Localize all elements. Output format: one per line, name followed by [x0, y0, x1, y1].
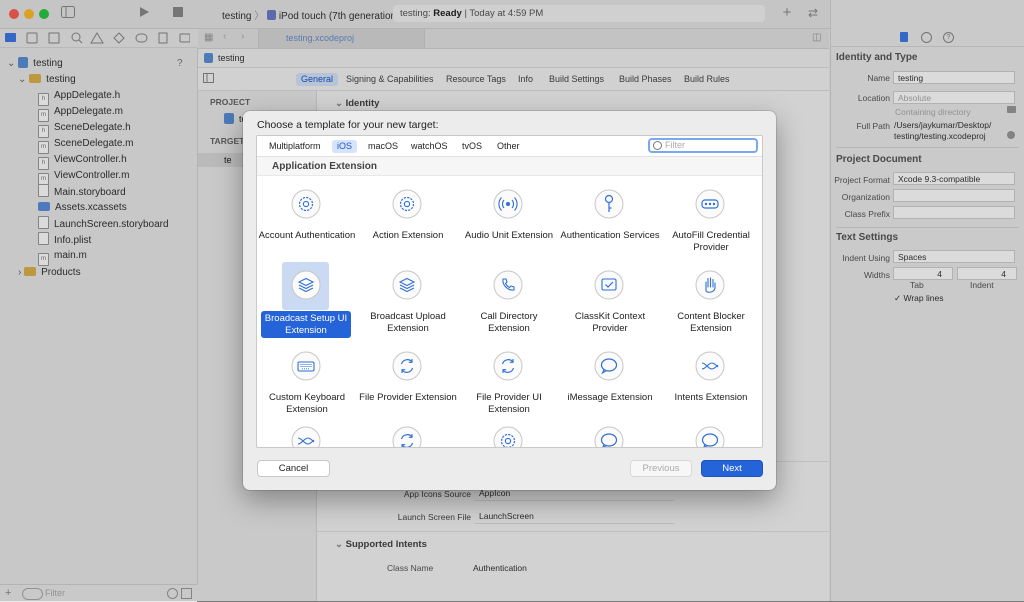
template-label: Audio Unit Extension — [464, 230, 554, 241]
hand-icon — [695, 270, 725, 300]
template-chooser: Multiplatform iOS macOS watchOS tvOS Other Fi… — [256, 135, 763, 448]
template-label: Authentication Services — [560, 230, 660, 241]
message-bubble-icon[interactable] — [594, 426, 624, 447]
sync-arrows-icon — [493, 351, 523, 381]
template-file-provider-ui-extension[interactable]: File Provider UI Extension — [459, 343, 559, 423]
audio-wave-icon — [493, 189, 523, 219]
platform-tab-ios[interactable]: iOS — [332, 140, 358, 153]
template-label: ClassKit Context Provider — [574, 311, 646, 334]
password-dots-icon — [695, 189, 725, 219]
template-autofill-credential-provider[interactable]: AutoFill Credential Provider — [661, 181, 761, 261]
template-content-blocker-extension[interactable]: Content Blocker Extension — [661, 262, 761, 342]
template-authentication-services[interactable]: Authentication Services — [560, 181, 660, 261]
template-label: AutoFill Credential Provider — [672, 230, 750, 253]
new-target-sheet: Choose a template for your new target: M… — [243, 111, 776, 490]
sync-arrows-icon — [392, 351, 422, 381]
filter-placeholder: Filter — [665, 140, 685, 150]
gear-icon — [291, 189, 321, 219]
template-imessage-extension[interactable]: iMessage Extension — [560, 343, 660, 423]
template-label: Call Directory Extension — [480, 311, 538, 334]
classkit-icon — [594, 270, 624, 300]
template-audio-unit-extension[interactable]: Audio Unit Extension — [459, 181, 559, 261]
message-bubble-icon[interactable] — [695, 426, 725, 447]
platform-tab-tvos[interactable]: tvOS — [457, 140, 487, 153]
platform-tab-watchos[interactable]: watchOS — [406, 140, 453, 153]
next-button[interactable]: Next — [701, 460, 763, 477]
phone-icon — [493, 270, 523, 300]
template-label: Broadcast Upload Extension — [370, 311, 446, 334]
platform-tab-macos[interactable]: macOS — [363, 140, 403, 153]
sheet-title: Choose a template for your new target: — [257, 119, 439, 131]
broadcast-stack-icon — [291, 270, 321, 300]
intents-icon — [695, 351, 725, 381]
filter-icon — [653, 141, 662, 150]
template-intents-extension[interactable]: Intents Extension — [661, 343, 761, 423]
template-broadcast-setup-ui-extension[interactable]: Broadcast Setup UI Extension — [257, 262, 357, 342]
key-icon — [594, 189, 624, 219]
message-bubble-icon — [594, 351, 624, 381]
template-label: File Provider Extension — [359, 392, 457, 403]
template-label: Action Extension — [372, 230, 444, 241]
template-classkit-context-provider[interactable]: ClassKit Context Provider — [560, 262, 660, 342]
template-action-extension[interactable]: Action Extension — [358, 181, 458, 261]
template-label: Content Blocker Extension — [677, 311, 745, 334]
template-account-authentication[interactable]: Account Authentication — [257, 181, 357, 261]
template-label: Intents Extension — [674, 392, 748, 403]
intents-icon[interactable] — [291, 426, 321, 447]
template-label: Account Authentication — [258, 230, 356, 241]
template-label: iMessage Extension — [567, 392, 653, 403]
template-call-directory-extension[interactable]: Call Directory Extension — [459, 262, 559, 342]
template-custom-keyboard-extension[interactable]: Custom Keyboard Extension — [257, 343, 357, 423]
keyboard-icon — [291, 351, 321, 381]
section-header: Application Extension — [257, 157, 762, 176]
broadcast-stack-icon — [392, 270, 422, 300]
platform-tab-other[interactable]: Other — [492, 140, 525, 153]
gear-icon[interactable] — [493, 426, 523, 447]
cancel-button[interactable]: Cancel — [257, 460, 330, 477]
gear-icon — [392, 189, 422, 219]
template-filter-input[interactable]: Filter — [648, 138, 758, 153]
previous-button[interactable]: Previous — [630, 460, 692, 477]
template-file-provider-extension[interactable]: File Provider Extension — [358, 343, 458, 423]
template-label: Broadcast Setup UI Extension — [261, 311, 351, 338]
platform-tab-multiplatform[interactable]: Multiplatform — [264, 140, 326, 153]
template-label: Custom Keyboard Extension — [268, 392, 346, 415]
template-label: File Provider UI Extension — [476, 392, 542, 415]
sync-arrows-icon[interactable] — [392, 426, 422, 447]
template-broadcast-upload-extension[interactable]: Broadcast Upload Extension — [358, 262, 458, 342]
